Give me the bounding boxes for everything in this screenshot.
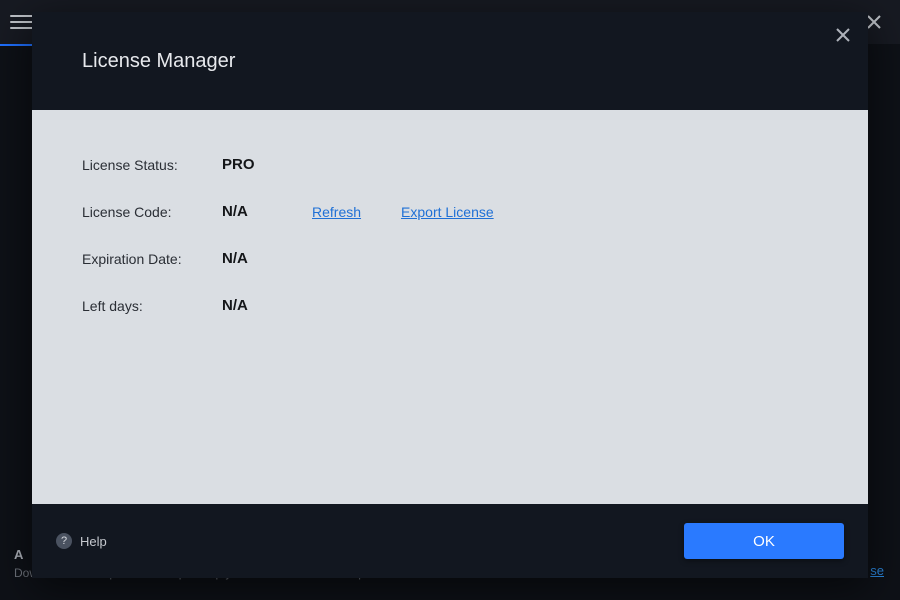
value-left-days: N/A bbox=[222, 297, 302, 314]
dialog-footer: ? Help OK bbox=[32, 504, 868, 578]
label-license-status: License Status: bbox=[82, 157, 222, 173]
label-expiration-date: Expiration Date: bbox=[82, 251, 222, 267]
dialog-body: License Status: PRO License Code: N/A Re… bbox=[32, 110, 868, 504]
license-manager-dialog: License Manager License Status: PRO Lice… bbox=[32, 12, 868, 578]
export-license-link[interactable]: Export License bbox=[401, 204, 494, 220]
dialog-header: License Manager bbox=[32, 12, 868, 110]
value-expiration-date: N/A bbox=[222, 250, 302, 267]
help-button[interactable]: ? Help bbox=[56, 533, 107, 549]
row-left-days: Left days: N/A bbox=[82, 297, 818, 314]
row-expiration-date: Expiration Date: N/A bbox=[82, 250, 818, 267]
row-license-code: License Code: N/A Refresh Export License bbox=[82, 203, 818, 220]
close-icon[interactable] bbox=[836, 26, 850, 47]
ok-button[interactable]: OK bbox=[684, 523, 844, 559]
help-icon: ? bbox=[56, 533, 72, 549]
label-left-days: Left days: bbox=[82, 298, 222, 314]
dialog-title: License Manager bbox=[82, 50, 235, 73]
footer-right-link[interactable]: se bbox=[870, 563, 884, 578]
value-license-status: PRO bbox=[222, 156, 302, 173]
label-license-code: License Code: bbox=[82, 204, 222, 220]
refresh-link[interactable]: Refresh bbox=[312, 204, 361, 220]
value-license-code: N/A bbox=[222, 203, 302, 220]
help-label: Help bbox=[80, 534, 107, 549]
row-license-status: License Status: PRO bbox=[82, 156, 818, 173]
menu-icon[interactable] bbox=[10, 10, 34, 34]
